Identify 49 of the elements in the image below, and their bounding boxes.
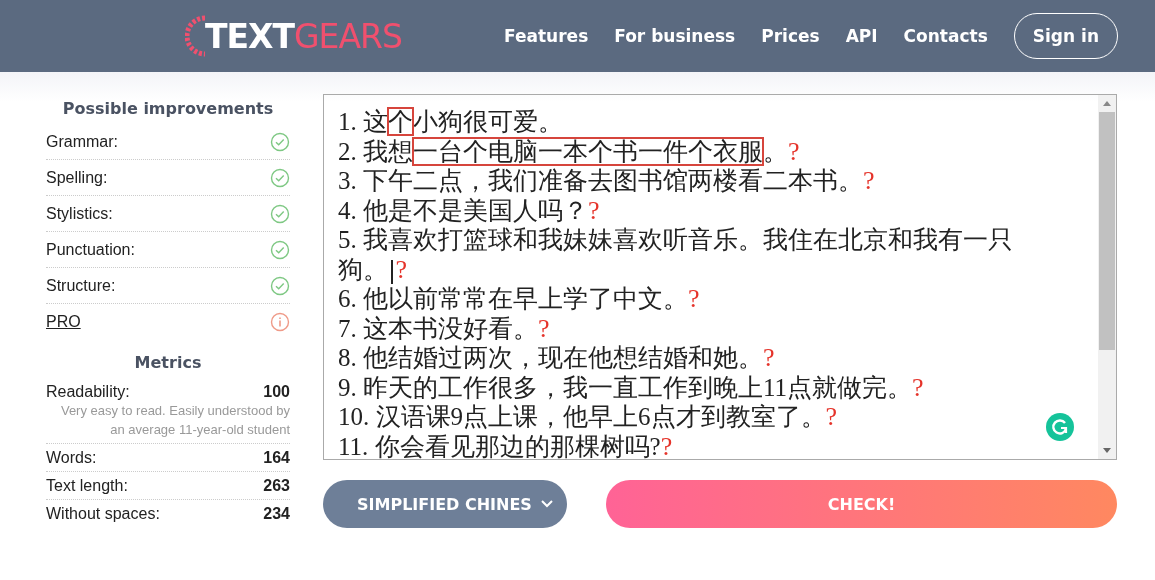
pro-link[interactable]: PRO xyxy=(46,312,81,331)
check-label: Spelling: xyxy=(46,168,108,187)
metric-label: Text length: xyxy=(46,477,128,495)
logo[interactable]: TEXTGEARS xyxy=(185,14,402,58)
text-line: 10. 汉语课9点上课，他早上6点才到教室了。? xyxy=(338,402,839,432)
nav-link[interactable]: Features xyxy=(504,26,589,46)
text-line: 2. 我想一台个电脑一本个书一件个衣服。? xyxy=(338,136,801,166)
scroll-thumb[interactable] xyxy=(1099,112,1115,350)
language-select[interactable]: SIMPLIFIED CHINES xyxy=(323,480,567,528)
gear-icon xyxy=(185,14,207,58)
check-circle-icon xyxy=(270,239,290,260)
nav-link[interactable]: For business xyxy=(614,26,736,46)
metric-label: Words: xyxy=(46,449,97,467)
check-label: Punctuation: xyxy=(46,240,135,259)
text-line: 6. 他以前常常在早上学了中文。? xyxy=(338,284,701,314)
text-line: 11. 你会看见那边的那棵树吗?? xyxy=(338,431,674,459)
text-line: 5. 我喜欢打篮球和我妹妹喜欢听音乐。我住在北京和我有一只狗。 ? xyxy=(338,225,1014,284)
scroll-down-icon[interactable] xyxy=(1103,448,1111,454)
metric-label: Readability: xyxy=(46,383,130,401)
check-circle-icon xyxy=(270,275,290,296)
check-circle-icon xyxy=(270,203,290,224)
nav-link[interactable]: Prices xyxy=(761,26,820,46)
scroll-up-icon[interactable] xyxy=(1103,100,1111,106)
check-circle-icon xyxy=(270,167,290,188)
text-line: 3. 下午二点，我们准备去图书馆两楼看二本书。? xyxy=(338,166,876,196)
text-line: 9. 昨天的工作很多，我一直工作到晚上11点就做完。? xyxy=(338,372,925,402)
chevron-down-icon xyxy=(541,500,553,508)
metric-label: Without spaces: xyxy=(46,505,160,523)
check-label: Structure: xyxy=(46,276,116,295)
metric-value: 234 xyxy=(263,505,290,523)
check-label: Stylistics: xyxy=(46,204,113,223)
info-icon[interactable] xyxy=(270,311,290,332)
text-line: 1. 这个小狗很可爱。 xyxy=(338,107,564,137)
text-editor[interactable] xyxy=(323,94,1117,460)
text-line: 4. 他是不是美国人吗？? xyxy=(338,195,601,225)
scrollbar[interactable] xyxy=(1098,95,1116,459)
metric-value: 164 xyxy=(263,449,290,467)
nav-link[interactable]: API xyxy=(845,26,878,46)
section-title: Possible improvements xyxy=(61,98,275,120)
section-title: Metrics xyxy=(133,352,203,374)
check-circle-icon xyxy=(270,131,290,152)
text-line: 7. 这本书没好看。? xyxy=(338,313,551,343)
metric-value: 263 xyxy=(263,477,290,495)
nav-link[interactable]: Contacts xyxy=(903,26,988,46)
text-line: 8. 他结婚过两次，现在他想结婚和她。? xyxy=(338,343,776,373)
check-label: Grammar: xyxy=(46,132,118,151)
metric-note: Very easy to read. Easily understood by an average 11-year-old student xyxy=(59,402,290,439)
metric-value: 100 xyxy=(263,383,290,401)
refresh-badge-icon[interactable] xyxy=(1046,413,1074,441)
